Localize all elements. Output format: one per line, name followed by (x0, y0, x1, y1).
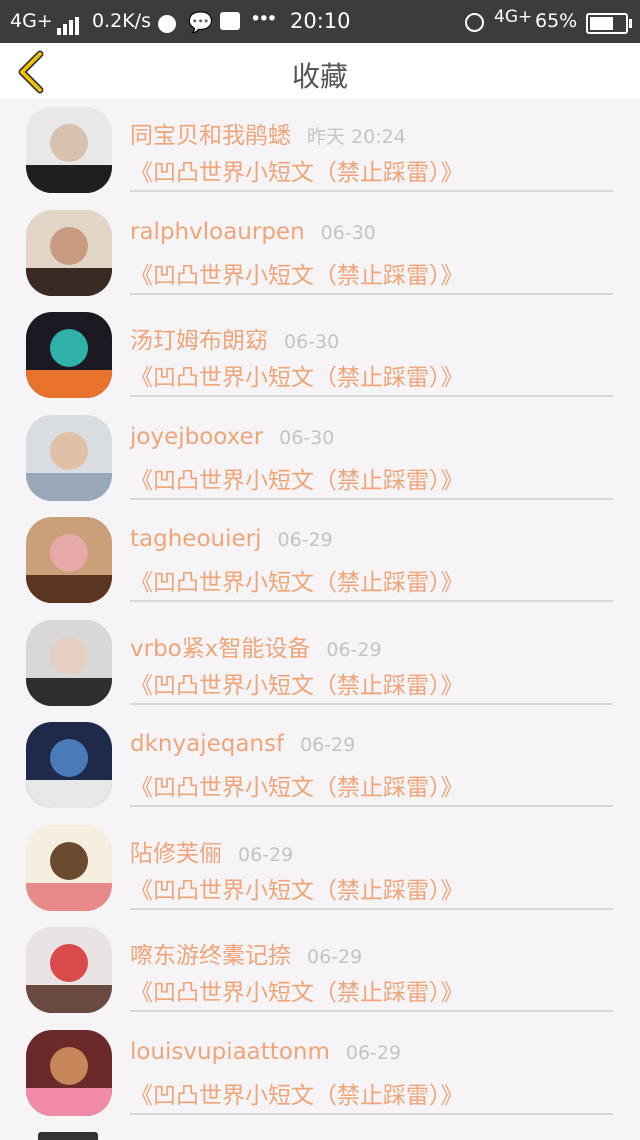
network-type-right: 4G+ (494, 7, 533, 27)
timestamp: 06-30 (320, 221, 376, 244)
article-title[interactable]: 《凹凸世界小短文（禁止踩雷）》 (130, 666, 464, 700)
article-title[interactable]: 《凹凸世界小短文（禁止踩雷）》 (130, 358, 464, 392)
article-title[interactable]: 《凹凸世界小短文（禁止踩雷）》 (130, 1076, 464, 1110)
timestamp: 06-29 (300, 734, 356, 756)
avatar[interactable] (26, 722, 112, 808)
network-type-left: 4G+ (10, 10, 53, 32)
divider (130, 702, 613, 705)
list-item[interactable]: 嚓东游终橐记捺 06-29 《凹凸世界小短文（禁止踩雷）》 (0, 918, 640, 1021)
more-notifications-icon: ••• (250, 8, 278, 30)
user-name[interactable]: louisvupiaattonm (130, 1039, 330, 1065)
divider (130, 1112, 613, 1115)
user-name[interactable]: vrbo紧x智能设备 (130, 636, 310, 662)
timestamp: 06-29 (345, 1041, 402, 1064)
favorites-list: 同宝贝和我鹃蟋 昨天 20:24 《凹凸世界小短文（禁止踩雷）》 ralphvloau… (0, 98, 640, 1123)
status-bar: 4G+ 0.2K/s 💬 ••• 20:10 4G+ 65% (0, 0, 640, 43)
timestamp: 06-30 (284, 331, 340, 353)
user-name[interactable]: ralphvloaurpen (130, 219, 305, 245)
user-name[interactable]: joyejbooxer (130, 424, 263, 450)
list-item[interactable]: ralphvloaurpen 06-30 《凹凸世界小短文（禁止踩雷）》 (0, 201, 640, 304)
network-speed: 0.2K/s (92, 10, 151, 32)
list-item[interactable]: joyejbooxer 06-30 《凹凸世界小短文（禁止踩雷）》 (0, 406, 640, 509)
list-item[interactable]: dknyajeqansf 06-29 《凹凸世界小短文（禁止踩雷）》 (0, 713, 640, 816)
user-name[interactable]: 阽修芙俪 (130, 841, 222, 867)
avatar[interactable] (26, 414, 112, 501)
divider (130, 1010, 613, 1012)
avatar[interactable] (26, 209, 112, 296)
avatar[interactable] (26, 927, 112, 1013)
page-title: 收藏 (291, 60, 348, 93)
timestamp: 昨天 20:24 (307, 126, 406, 148)
article-title[interactable]: 《凹凸世界小短文（禁止踩雷）》 (130, 563, 464, 597)
timestamp: 06-29 (326, 638, 382, 661)
list-item[interactable]: louisvupiaattonm 06-29 《凹凸世界小短文（禁止踩雷）》 (0, 1021, 640, 1124)
article-title[interactable]: 《凹凸世界小短文（禁止踩雷）》 (130, 768, 464, 802)
alarm-icon (465, 11, 484, 33)
avatar[interactable] (26, 824, 112, 911)
timestamp: 06-30 (279, 426, 335, 449)
article-title[interactable]: 《凹凸世界小短文（禁止踩雷）》 (130, 153, 464, 187)
signal-icon (57, 13, 81, 35)
list-item[interactable]: tagheouierj 06-29 《凹凸世界小短文（禁止踩雷）》 (0, 508, 640, 611)
gallery-icon (220, 12, 240, 35)
nav-bar: 收藏 (0, 43, 640, 98)
timestamp: 06-29 (307, 946, 363, 968)
user-name[interactable]: tagheouierj (130, 526, 261, 552)
divider (130, 292, 613, 295)
divider (130, 907, 613, 910)
timestamp: 06-29 (277, 529, 333, 551)
timestamp: 06-29 (238, 843, 294, 866)
divider (130, 600, 613, 602)
divider (130, 497, 613, 500)
next-avatar-peek (38, 1132, 98, 1140)
wechat-icon: 💬 (188, 10, 213, 34)
app-notification-icon (158, 12, 176, 34)
divider (130, 190, 613, 192)
avatar[interactable] (26, 107, 112, 193)
list-item[interactable]: 汤玎姆布朗窈 06-30 《凹凸世界小短文（禁止踩雷）》 (0, 303, 640, 406)
avatar[interactable] (26, 1029, 112, 1116)
article-title[interactable]: 《凹凸世界小短文（禁止踩雷）》 (130, 256, 464, 290)
avatar[interactable] (26, 517, 112, 603)
article-title[interactable]: 《凹凸世界小短文（禁止踩雷）》 (130, 973, 464, 1007)
list-item[interactable]: 阽修芙俪 06-29 《凹凸世界小短文（禁止踩雷）》 (0, 816, 640, 919)
avatar[interactable] (26, 312, 112, 398)
clock: 20:10 (290, 9, 351, 33)
user-name[interactable]: dknyajeqansf (130, 731, 284, 757)
list-item[interactable]: vrbo紧x智能设备 06-29 《凹凸世界小短文（禁止踩雷）》 (0, 611, 640, 714)
user-name[interactable]: 汤玎姆布朗窈 (130, 328, 268, 354)
divider (130, 805, 613, 807)
battery-percent: 65% (535, 10, 578, 32)
article-title[interactable]: 《凹凸世界小短文（禁止踩雷）》 (130, 461, 464, 495)
article-title[interactable]: 《凹凸世界小短文（禁止踩雷）》 (130, 871, 464, 905)
user-name[interactable]: 同宝贝和我鹃蟋 (130, 123, 291, 149)
avatar[interactable] (26, 619, 112, 706)
divider (130, 395, 613, 397)
battery-icon (586, 12, 632, 34)
user-name[interactable]: 嚓东游终橐记捺 (130, 943, 291, 969)
list-item[interactable]: 同宝贝和我鹃蟋 昨天 20:24 《凹凸世界小短文（禁止踩雷）》 (0, 98, 640, 201)
